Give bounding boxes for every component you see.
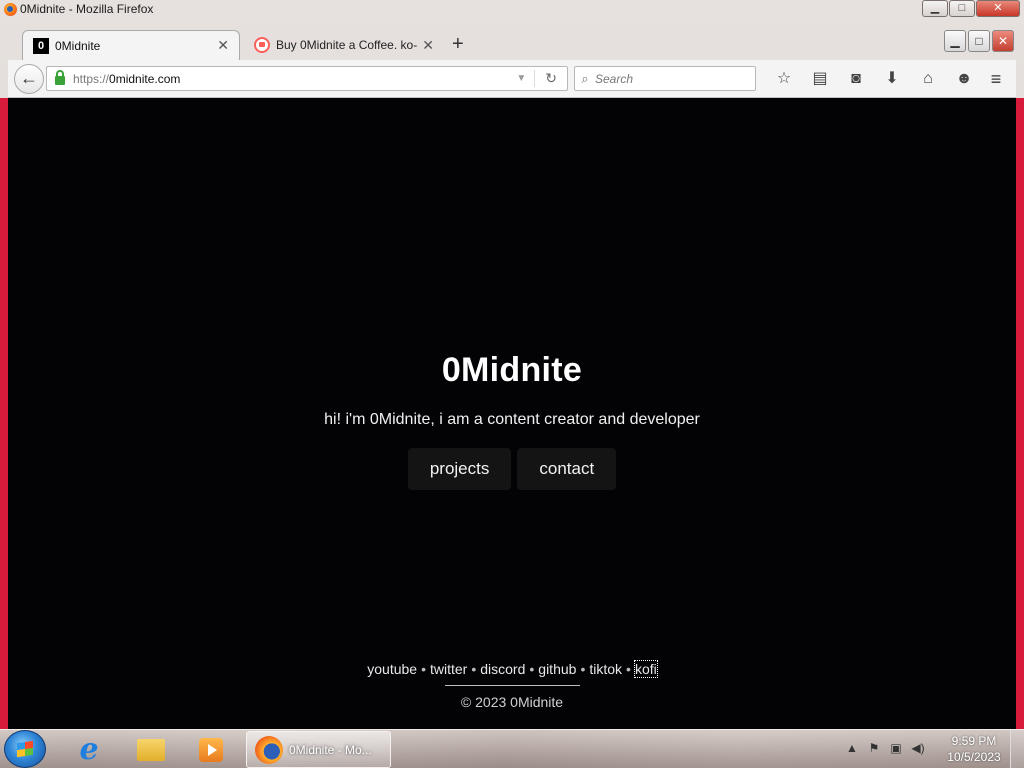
browser-window-controls: ▁ □ ✕ bbox=[944, 30, 1014, 52]
lock-icon[interactable] bbox=[55, 69, 65, 85]
system-tray: ▲ ⚑ ▣ ◀) bbox=[844, 740, 926, 756]
tab-title: Buy 0Midnite a Coffee. ko-... bbox=[276, 38, 419, 52]
chat-icon[interactable]: ☻ bbox=[946, 68, 982, 90]
navigation-toolbar: ← https://0midnite.com ▼ ↻ ⌕ Search ☆ ▤ … bbox=[8, 60, 1016, 98]
button-row: projects contact bbox=[8, 448, 1016, 490]
separator: • bbox=[626, 661, 631, 677]
close-button[interactable]: ✕ bbox=[976, 0, 1020, 17]
internet-explorer-icon: e bbox=[79, 732, 99, 767]
firefox-icon bbox=[4, 2, 17, 16]
clock-time: 9:59 PM bbox=[951, 734, 997, 748]
search-placeholder: Search bbox=[595, 71, 634, 86]
pocket-icon[interactable]: ◙ bbox=[838, 68, 874, 90]
network-icon[interactable]: ▣ bbox=[888, 740, 904, 756]
footer-divider bbox=[445, 685, 580, 686]
separator: • bbox=[471, 661, 477, 677]
volume-icon[interactable]: ◀) bbox=[910, 740, 926, 756]
firefox-taskbar-button[interactable]: 0Midnite - Mo... bbox=[246, 731, 391, 768]
clock-date: 10/5/2023 bbox=[947, 750, 1001, 764]
history-dropdown-icon[interactable]: ▼ bbox=[508, 73, 534, 84]
clock[interactable]: 9:59 PM 10/5/2023 bbox=[940, 733, 1008, 765]
start-button[interactable] bbox=[4, 730, 46, 768]
page-title: 0Midnite bbox=[441, 351, 583, 389]
discord-link[interactable]: discord bbox=[480, 661, 525, 677]
folder-icon bbox=[137, 738, 165, 761]
explorer-taskbar-button[interactable] bbox=[124, 732, 178, 767]
browser-close-button[interactable]: ✕ bbox=[992, 30, 1014, 52]
url-host: 0midnite.com bbox=[109, 71, 181, 86]
github-link[interactable]: github bbox=[538, 661, 576, 677]
tab-close-icon[interactable]: ✕ bbox=[422, 37, 434, 54]
hamburger-menu-icon[interactable]: ≡ bbox=[982, 68, 1010, 90]
kofi-cup-icon bbox=[254, 37, 270, 53]
search-input[interactable]: ⌕ Search bbox=[574, 66, 756, 91]
kofi-link[interactable]: kofi bbox=[633, 660, 658, 678]
firefox-icon bbox=[255, 735, 283, 764]
download-icon[interactable]: ⬇ bbox=[874, 68, 910, 90]
show-desktop-button[interactable] bbox=[1010, 730, 1024, 768]
url-scheme: https:// bbox=[73, 71, 110, 86]
new-tab-button[interactable]: + bbox=[452, 34, 464, 54]
window-frame-right bbox=[1016, 98, 1024, 729]
url-bar[interactable]: https://0midnite.com ▼ ↻ bbox=[46, 66, 568, 91]
media-player-taskbar-button[interactable] bbox=[184, 732, 238, 767]
back-button[interactable]: ← bbox=[14, 64, 44, 94]
zero-favicon-icon: 0 bbox=[33, 37, 49, 54]
tab-0midnite[interactable]: 0 0Midnite ✕ bbox=[22, 30, 240, 60]
show-hidden-icons-icon[interactable]: ▲ bbox=[844, 740, 860, 756]
window-frame-left bbox=[0, 98, 8, 729]
search-icon: ⌕ bbox=[581, 70, 589, 86]
reload-icon[interactable]: ↻ bbox=[534, 70, 567, 87]
tab-strip: 0 0Midnite ✕ Buy 0Midnite a Coffee. ko-.… bbox=[8, 28, 1016, 60]
reading-list-icon[interactable]: ▤ bbox=[802, 68, 838, 90]
browser-minimize-button[interactable]: ▁ bbox=[944, 30, 966, 52]
media-player-icon bbox=[199, 737, 223, 762]
contact-button[interactable]: contact bbox=[517, 448, 617, 490]
page-content: 0Midnite hi! i'm 0Midnite, i am a conten… bbox=[8, 98, 1016, 729]
tab-title: 0Midnite bbox=[55, 38, 101, 53]
tab-kofi[interactable]: Buy 0Midnite a Coffee. ko-... ✕ bbox=[244, 30, 444, 60]
browser-restore-button[interactable]: □ bbox=[968, 30, 990, 52]
toolbar-icons: ☆ ▤ ◙ ⬇ ⌂ ☻ bbox=[766, 68, 982, 90]
footer-links: youtube • twitter • discord • github • tiktok • ko… bbox=[8, 660, 1016, 678]
maximize-button[interactable]: □ bbox=[949, 0, 975, 17]
separator: • bbox=[529, 661, 535, 677]
projects-button[interactable]: projects bbox=[407, 448, 512, 490]
firefox-taskbar-label: 0Midnite - Mo... bbox=[289, 742, 372, 757]
home-icon[interactable]: ⌂ bbox=[910, 68, 946, 90]
youtube-link[interactable]: youtube bbox=[367, 661, 417, 677]
copyright-text: © 2023 0Midnite bbox=[460, 694, 564, 710]
action-center-flag-icon[interactable]: ⚑ bbox=[866, 740, 882, 756]
window-title: 0Midnite - Mozilla Firefox bbox=[20, 2, 154, 16]
internet-explorer-taskbar-button[interactable]: e bbox=[62, 732, 116, 767]
tiktok-link[interactable]: tiktok bbox=[589, 661, 622, 677]
twitter-link[interactable]: twitter bbox=[430, 661, 467, 677]
minimize-button[interactable]: ▁ bbox=[922, 0, 948, 17]
firefox-window: 0Midnite - Mozilla Firefox ▁ □ ✕ 0 0Midn… bbox=[0, 0, 1024, 729]
page-subtitle: hi! i'm 0Midnite, i am a content creator… bbox=[324, 411, 700, 428]
separator: • bbox=[421, 661, 426, 677]
taskbar: e 0Midnite - Mo... ▲ ⚑ ▣ ◀) 9:59 PM 10/5… bbox=[0, 729, 1024, 768]
window-titlebar[interactable]: 0Midnite - Mozilla Firefox ▁ □ ✕ bbox=[0, 0, 1024, 18]
star-icon[interactable]: ☆ bbox=[766, 68, 802, 90]
separator: • bbox=[580, 661, 586, 677]
url-text[interactable]: https://0midnite.com bbox=[73, 72, 508, 86]
window-controls: ▁ □ ✕ bbox=[922, 0, 1020, 17]
tab-close-icon[interactable]: ✕ bbox=[217, 37, 229, 54]
